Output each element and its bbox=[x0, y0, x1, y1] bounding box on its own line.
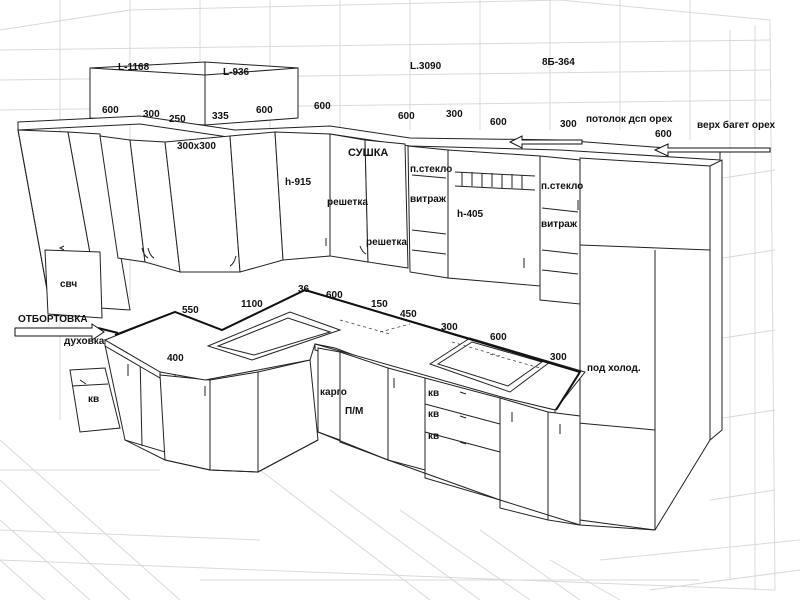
label-kv-3: кв bbox=[428, 409, 440, 420]
label-duhovka: духовка bbox=[64, 336, 105, 347]
dim-300-c: 300 bbox=[560, 119, 577, 130]
dim-300-d: 300 bbox=[441, 322, 458, 333]
dim-600-d: 600 bbox=[398, 111, 415, 122]
label-svch: свч bbox=[60, 279, 78, 290]
dim-300-e: 300 bbox=[550, 352, 567, 363]
label-h915: h-915 bbox=[285, 177, 312, 188]
label-sushka: СУШКА bbox=[348, 147, 389, 159]
label-p-steklo-1: п.стекло bbox=[410, 164, 453, 175]
label-b364: 8Б-364 bbox=[542, 57, 575, 68]
dim-335: 335 bbox=[212, 111, 229, 122]
dim-1100: 1100 bbox=[241, 299, 263, 310]
label-kv-1: кв bbox=[88, 394, 100, 405]
kitchen-drawing bbox=[0, 0, 800, 600]
dim-600-h: 600 bbox=[490, 332, 507, 343]
dim-600-e: 600 bbox=[490, 117, 507, 128]
dim-250: 250 bbox=[169, 114, 186, 125]
dim-550: 550 bbox=[182, 305, 199, 316]
label-pm: П/М bbox=[345, 406, 364, 417]
dim-300x300: 300x300 bbox=[177, 141, 216, 152]
label-p-steklo-2: п.стекло bbox=[541, 181, 584, 192]
label-vitrazh-2: витраж bbox=[541, 219, 577, 230]
label-vitrazh-1: витраж bbox=[410, 194, 446, 205]
label-potolok: потолок дсп орех bbox=[586, 114, 673, 125]
dim-600-f: 600 bbox=[655, 129, 672, 140]
label-reshetka-1: решетка bbox=[327, 197, 368, 208]
label-h405: h-405 bbox=[457, 209, 484, 220]
dim-400: 400 bbox=[167, 353, 184, 364]
dim-450: 450 bbox=[400, 309, 417, 320]
dim-600-g: 600 bbox=[326, 290, 343, 301]
dim-600-a: 600 bbox=[102, 105, 119, 116]
label-otbortovka: ОТБОРТОВКА bbox=[18, 314, 88, 325]
label-l3090: L.3090 bbox=[410, 61, 442, 72]
label-l1168: L-1168 bbox=[118, 62, 150, 73]
label-reshetka-2: решетка bbox=[366, 237, 407, 248]
dim-300-a: 300 bbox=[143, 109, 160, 120]
dim-36: 36 bbox=[298, 284, 310, 295]
label-kargo: карго bbox=[320, 387, 347, 398]
dim-600-c: 600 bbox=[314, 101, 331, 112]
label-l936: L-936 bbox=[223, 67, 250, 78]
dim-150: 150 bbox=[371, 299, 388, 310]
label-pod-holod: под холод. bbox=[587, 363, 641, 374]
label-kv-4: кв bbox=[428, 431, 440, 442]
label-verh-baget: верх багет орех bbox=[697, 120, 776, 131]
dim-600-b: 600 bbox=[256, 105, 273, 116]
label-kv-2: кв bbox=[428, 388, 440, 399]
dim-300-b: 300 bbox=[446, 109, 463, 120]
